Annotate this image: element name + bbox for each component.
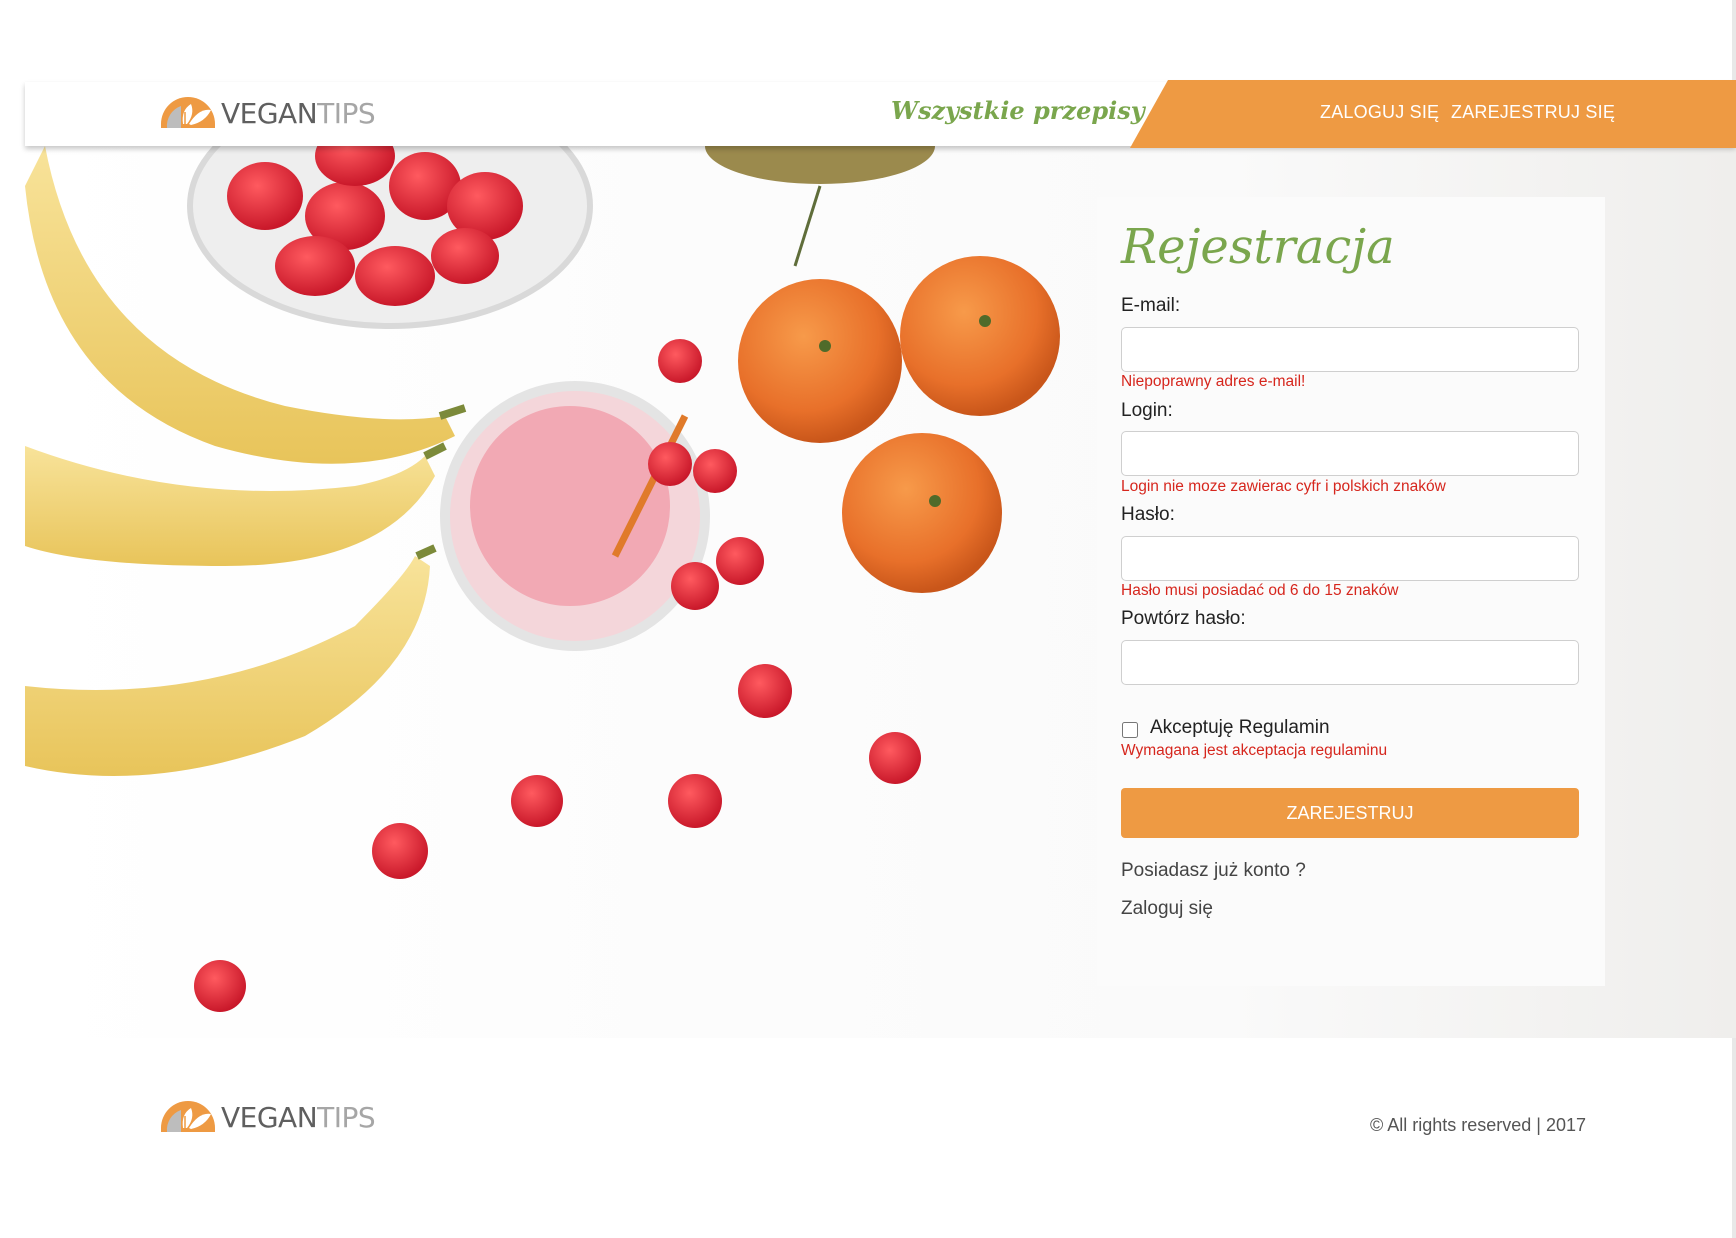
- password-label: Hasło:: [1121, 504, 1175, 525]
- email-error: Niepoprawny adres e-mail!: [1121, 373, 1306, 390]
- logo-wordmark: VEGANTIPS: [221, 97, 376, 130]
- password-error: Hasło musi posiadać od 6 do 15 znaków: [1121, 582, 1399, 599]
- email-label: E-mail:: [1121, 295, 1181, 316]
- registration-form: Rejestracja E-mail: Niepoprawny adres e-…: [1097, 197, 1605, 986]
- login-link[interactable]: Zaloguj się: [1121, 898, 1213, 920]
- logo-word-vegan: VEGAN: [221, 1101, 318, 1134]
- repeat-password-input[interactable]: [1121, 640, 1579, 685]
- password-input[interactable]: [1121, 536, 1579, 581]
- site-header: VEGANTIPS Wszystkie przepisy ZALOGUJ SIĘ…: [25, 80, 1736, 148]
- register-submit-button[interactable]: ZAREJESTRUJ: [1121, 788, 1579, 838]
- terms-error: Wymagana jest akceptacja regulaminu: [1121, 742, 1388, 759]
- leaf-bowl-icon: [161, 97, 215, 128]
- logo-wordmark: VEGANTIPS: [221, 1101, 376, 1134]
- login-input[interactable]: [1121, 431, 1579, 476]
- terms-checkbox[interactable]: [1122, 722, 1138, 738]
- login-label: Login:: [1121, 400, 1173, 421]
- logo-word-tips: TIPS: [317, 1101, 376, 1134]
- logo-word-tips: TIPS: [317, 97, 376, 130]
- logo-word-vegan: VEGAN: [221, 97, 318, 130]
- form-title: Rejestracja: [1121, 219, 1395, 275]
- terms-label: Akceptuję Regulamin: [1150, 717, 1330, 738]
- nav-login-link[interactable]: ZALOGUJ SIĘ: [1320, 102, 1439, 123]
- leaf-bowl-icon: [161, 1101, 215, 1132]
- header-logo[interactable]: VEGANTIPS: [159, 94, 376, 134]
- repeat-password-label: Powtórz hasło:: [1121, 608, 1246, 629]
- all-recipes-link[interactable]: Wszystkie przepisy: [891, 96, 1145, 125]
- nav-register-link[interactable]: ZAREJESTRUJ SIĘ: [1451, 102, 1615, 123]
- email-input[interactable]: [1121, 327, 1579, 372]
- login-error: Login nie moze zawierac cyfr i polskich …: [1121, 478, 1446, 495]
- footer-logo[interactable]: VEGANTIPS: [159, 1098, 376, 1138]
- copyright-text: © All rights reserved | 2017: [1369, 1115, 1586, 1135]
- have-account-text: Posiadasz już konto ?: [1121, 860, 1306, 881]
